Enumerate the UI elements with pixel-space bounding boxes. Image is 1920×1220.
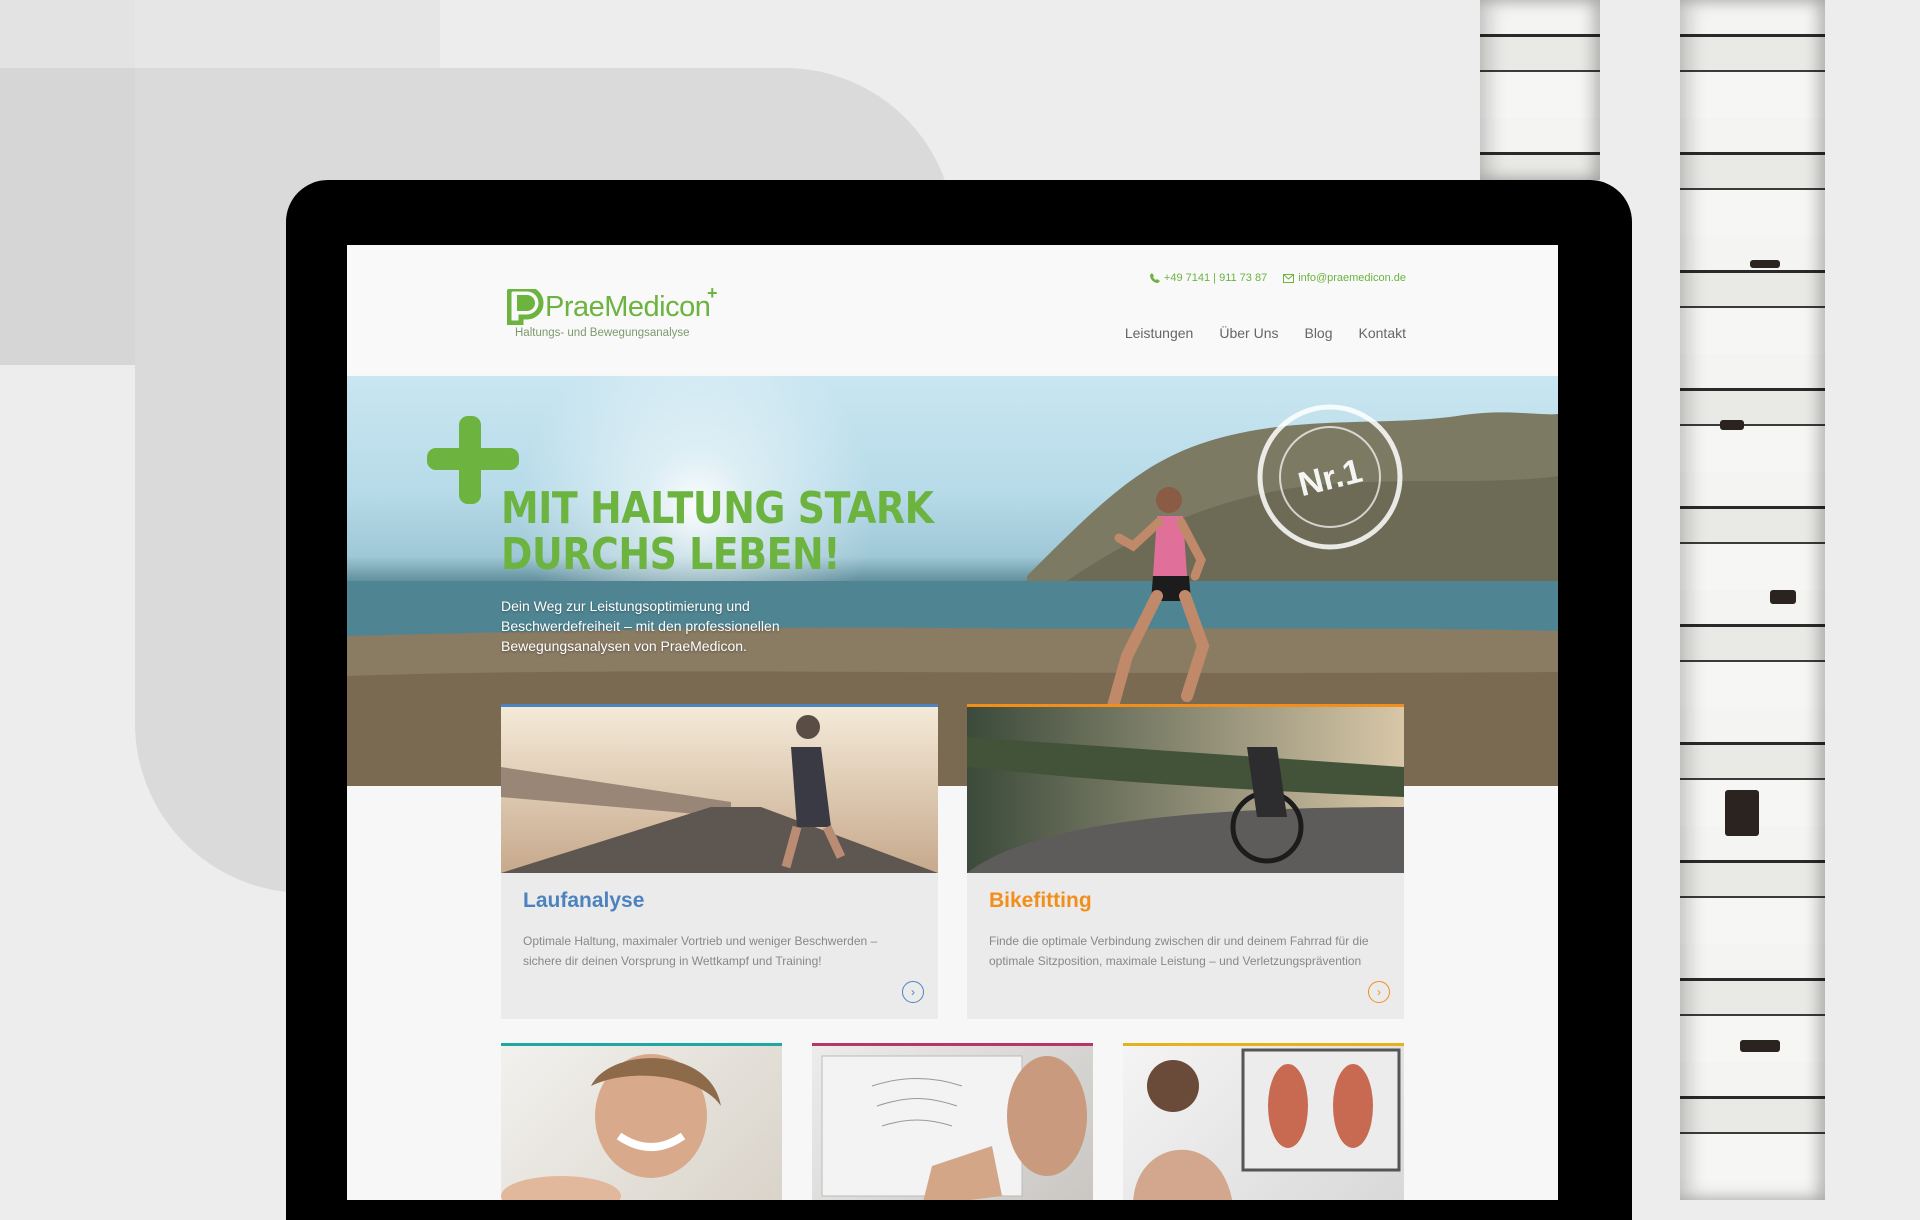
logo-name: PraeMedicon	[545, 291, 711, 323]
bark-mark	[1720, 420, 1744, 430]
contact-email[interactable]: info@praemedicon.de	[1283, 272, 1406, 284]
bark-mark	[1725, 790, 1759, 836]
service-thumbnail-2[interactable]	[812, 1043, 1093, 1200]
smiling-woman-image	[501, 1054, 721, 1200]
logo-plus: +	[707, 283, 718, 303]
nav-item-leistungen[interactable]: Leistungen	[1125, 325, 1194, 341]
nr1-badge: Nr.1	[1257, 404, 1403, 550]
service-thumbnail-1[interactable]	[501, 1043, 782, 1200]
background-panel-dark	[0, 68, 135, 365]
birch-trunk-back	[1480, 0, 1600, 180]
contact-bar: +49 7141 | 911 73 87 info@praemedicon.de	[1149, 272, 1406, 284]
nav-item-kontakt[interactable]: Kontakt	[1359, 325, 1406, 341]
posture-screen-image	[1133, 1048, 1401, 1200]
hero-title-line-2: DURCHS LEBEN!	[501, 529, 841, 580]
contact-phone-text: +49 7141 | 911 73 87	[1163, 272, 1268, 284]
spine-analysis-image	[821, 1055, 1087, 1200]
card-bikefitting-image	[967, 707, 1404, 873]
card-bikefitting[interactable]: Bikefitting Finde die optimale Verbindun…	[967, 704, 1404, 1019]
hero-title: MIT HALTUNG STARK DURCHS LEBEN!	[501, 486, 948, 578]
nav-item-ueber-uns[interactable]: Über Uns	[1219, 325, 1278, 341]
chevron-right-icon[interactable]: ›	[1368, 981, 1390, 1003]
card-laufanalyse[interactable]: Laufanalyse Optimale Haltung, maximaler …	[501, 704, 938, 1019]
birch-trunk-front	[1680, 0, 1825, 1200]
running-road-image	[501, 707, 938, 873]
contact-email-text: info@praemedicon.de	[1298, 272, 1406, 284]
card-bikefitting-text: Finde die optimale Verbindung zwischen d…	[989, 934, 1369, 968]
logo-tagline: Haltungs- und Bewegungsanalyse	[515, 327, 690, 339]
phone-icon	[1149, 273, 1160, 283]
contact-phone[interactable]: +49 7141 | 911 73 87	[1149, 272, 1268, 284]
nav-item-blog[interactable]: Blog	[1304, 325, 1332, 341]
runner-figure	[1107, 487, 1210, 712]
card-laufanalyse-image	[501, 707, 938, 873]
card-laufanalyse-title: Laufanalyse	[523, 889, 645, 912]
site-header: PraeMedicon + Haltungs- und Bewegungsana…	[347, 245, 1558, 375]
mail-icon	[1283, 273, 1295, 283]
service-thumbnail-3[interactable]	[1123, 1043, 1404, 1200]
card-bikefitting-title: Bikefitting	[989, 889, 1092, 912]
cycling-road-image	[967, 707, 1404, 873]
hero-title-line-1: MIT HALTUNG STARK	[501, 483, 934, 534]
bark-mark	[1750, 260, 1780, 268]
main-nav: Leistungen Über Uns Blog Kontakt	[1125, 325, 1406, 341]
chevron-right-icon[interactable]: ›	[902, 981, 924, 1003]
site-logo[interactable]: PraeMedicon + Haltungs- und Bewegungsana…	[507, 283, 718, 339]
hero-subtitle: Dein Weg zur Leistungsoptimierung und Be…	[501, 598, 780, 654]
badge-main-text: Nr.1	[1294, 452, 1366, 504]
card-laufanalyse-text: Optimale Haltung, maximaler Vortrieb und…	[523, 934, 878, 968]
bark-mark	[1740, 1040, 1780, 1052]
website-screen: PraeMedicon + Haltungs- und Bewegungsana…	[347, 245, 1558, 1200]
logo-mark-icon	[507, 289, 544, 325]
bark-mark	[1770, 590, 1796, 604]
